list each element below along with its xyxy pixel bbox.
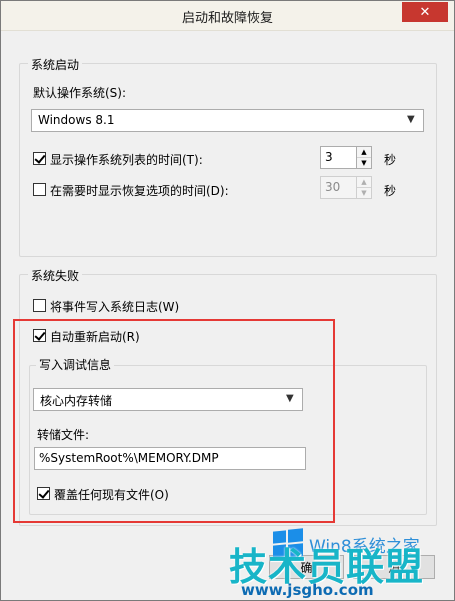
close-icon: ✕ [419, 4, 431, 20]
spin-down-icon[interactable]: ▼ [357, 158, 371, 169]
default-os-select[interactable]: Windows 8.1 ▼ [31, 109, 424, 132]
startup-recovery-dialog: 启动和故障恢复 ✕ 系统启动 默认操作系统(S): Windows 8.1 ▼ … [0, 0, 455, 601]
startup-group-label: 系统启动 [28, 56, 83, 73]
spin-down-icon[interactable]: ▼ [357, 188, 371, 199]
show-os-list-checkbox[interactable] [33, 152, 46, 165]
show-os-list-label: 显示操作系统列表的时间(T): [50, 153, 203, 167]
default-os-label: 默认操作系统(S): [33, 86, 127, 100]
default-os-value: Windows 8.1 [38, 113, 115, 127]
annotation-highlight-box [13, 319, 335, 523]
watermark: Win8系统之家 技术员联盟 www.jsgho.com [229, 526, 454, 601]
close-button[interactable]: ✕ [402, 2, 448, 22]
spin-up-icon[interactable]: ▲ [357, 147, 371, 158]
write-event-checkbox[interactable] [33, 299, 46, 312]
show-os-list-spinner[interactable]: ▲ ▼ [357, 146, 372, 169]
window-title: 启动和故障恢复 [181, 11, 273, 26]
show-recovery-checkbox[interactable] [33, 183, 46, 196]
failure-group-label: 系统失败 [28, 267, 83, 284]
show-recovery-label: 在需要时显示恢复选项的时间(D): [50, 184, 229, 198]
show-recovery-seconds-input[interactable]: 30 [320, 176, 357, 199]
title-bar[interactable]: 启动和故障恢复 ✕ [1, 1, 454, 31]
write-event-label: 将事件写入系统日志(W) [50, 300, 180, 314]
show-recovery-spinner[interactable]: ▲ ▼ [357, 176, 372, 199]
show-recovery-unit: 秒 [384, 184, 397, 198]
show-os-list-seconds-input[interactable]: 3 [320, 146, 357, 169]
watermark-url: www.jsgho.com [241, 581, 374, 599]
spin-up-icon[interactable]: ▲ [357, 177, 371, 188]
chevron-down-icon: ▼ [407, 114, 415, 125]
show-os-list-unit: 秒 [384, 153, 397, 167]
